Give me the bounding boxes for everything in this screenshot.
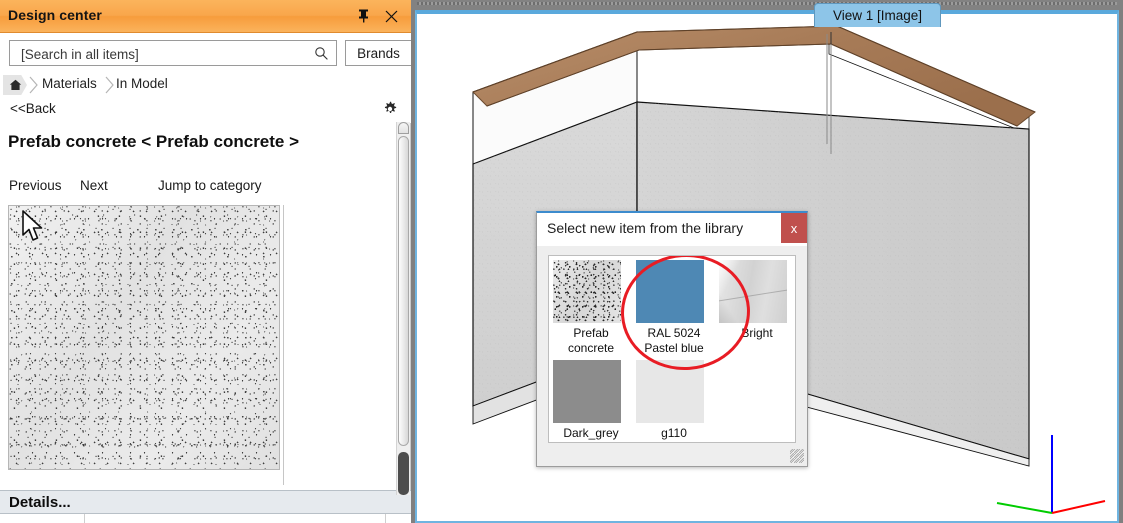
navigation-links: Previous Next Jump to category xyxy=(0,178,395,200)
material-preview[interactable] xyxy=(8,205,280,470)
page-title: Prefab concrete < Prefab concrete > xyxy=(8,132,299,152)
library-item-ral-5024-pastel-blue[interactable]: RAL 5024 Pastel blue xyxy=(636,260,712,356)
library-item-dark-grey[interactable]: Dark_grey xyxy=(553,360,629,441)
swatch-ral-5024-pastel-blue[interactable] xyxy=(636,260,704,323)
resize-grip-icon[interactable] xyxy=(790,449,804,463)
select-item-dialog: Select new item from the library x Prefa… xyxy=(536,211,808,467)
pin-icon-glyph xyxy=(358,9,368,23)
breadcrumb-item-materials[interactable]: Materials xyxy=(42,76,97,91)
library-grid: Prefab concrete RAL 5024 Pastel blue Bri… xyxy=(553,256,795,442)
library-item-label-line1: Bright xyxy=(741,326,773,340)
pin-icon[interactable] xyxy=(353,6,373,26)
search-input[interactable] xyxy=(19,41,303,67)
close-icon[interactable] xyxy=(381,6,401,26)
application-window: Design center [Search in all items] Bran… xyxy=(0,0,1123,523)
panel-scrollbar[interactable] xyxy=(396,122,410,495)
library-item-label-line1: RAL 5024 xyxy=(647,326,701,340)
tab-view-1[interactable]: View 1 [Image] xyxy=(814,3,941,27)
details-grid-col-2 xyxy=(85,514,386,523)
swatch-prefab-concrete[interactable] xyxy=(553,260,621,323)
library-item-label-line1: Dark_grey xyxy=(563,426,619,440)
axis-x-icon xyxy=(1051,500,1106,514)
library-item-label: Dark_grey xyxy=(553,426,629,441)
panel-title-text: Design center xyxy=(8,7,102,23)
scrollbar-thumb[interactable] xyxy=(398,136,409,446)
jump-to-category-link[interactable]: Jump to category xyxy=(158,178,262,193)
swatch-g110[interactable] xyxy=(636,360,704,423)
library-item-label-line1: Prefab xyxy=(573,326,609,340)
swatch-bright[interactable] xyxy=(719,260,787,323)
details-label: Details... xyxy=(9,494,71,511)
library-item-label-line2: Pastel blue xyxy=(644,341,704,355)
view-tab-strip: View 1 [Image] xyxy=(411,0,1123,28)
library-item-grid[interactable]: Prefab concrete RAL 5024 Pastel blue Bri… xyxy=(548,255,796,443)
library-item-label: Prefab concrete xyxy=(553,326,629,356)
library-item-label: RAL 5024 Pastel blue xyxy=(636,326,712,356)
panel-title-bar: Design center xyxy=(0,0,411,33)
home-icon[interactable] xyxy=(3,75,27,95)
breadcrumb-separator-1-icon xyxy=(29,76,38,94)
breadcrumb: Materials In Model xyxy=(0,73,411,98)
library-item-label: Bright xyxy=(719,326,795,341)
library-item-g110[interactable]: g110 xyxy=(636,360,712,441)
dialog-close-button[interactable]: x xyxy=(781,213,807,243)
scrollbar-track-lower[interactable] xyxy=(398,452,409,495)
library-item-label: g110 xyxy=(636,426,712,441)
breadcrumb-item-in-model[interactable]: In Model xyxy=(116,76,168,91)
design-center-panel: Design center [Search in all items] Bran… xyxy=(0,0,412,523)
scroll-up-icon[interactable] xyxy=(398,122,409,134)
axis-y-icon xyxy=(996,502,1053,514)
details-grid xyxy=(0,514,411,523)
home-icon-glyph xyxy=(9,79,21,90)
library-item-prefab-concrete[interactable]: Prefab concrete xyxy=(553,260,629,356)
details-bar[interactable]: Details... xyxy=(0,490,411,514)
library-item-label-line2: concrete xyxy=(567,341,615,355)
library-item-label-line1: g110 xyxy=(661,426,687,440)
search-icon[interactable] xyxy=(314,46,329,61)
previous-link[interactable]: Previous xyxy=(9,178,62,193)
material-preview-texture xyxy=(9,206,279,469)
search-box[interactable] xyxy=(9,40,337,67)
axis-gizmo xyxy=(996,435,1106,514)
back-link[interactable]: <<Back xyxy=(10,101,56,116)
mouse-pointer-icon xyxy=(22,210,43,241)
library-item-bright[interactable]: Bright xyxy=(719,260,795,341)
gear-icon[interactable] xyxy=(382,101,398,117)
dialog-title: Select new item from the library xyxy=(547,220,744,236)
close-icon-glyph xyxy=(385,10,397,22)
brands-button[interactable]: Brands xyxy=(345,40,412,66)
swatch-dark-grey[interactable] xyxy=(553,360,621,423)
dialog-title-bar: Select new item from the library x xyxy=(537,213,807,246)
page-title-main: Prefab concrete xyxy=(8,132,137,151)
back-row: <<Back xyxy=(0,97,411,123)
preview-divider xyxy=(283,205,284,485)
breadcrumb-separator-2-icon xyxy=(105,76,114,94)
page-title-secondary: < Prefab concrete > xyxy=(141,132,300,151)
details-grid-col-1 xyxy=(0,514,85,523)
next-link[interactable]: Next xyxy=(80,178,108,193)
search-row: Brands xyxy=(0,33,412,73)
